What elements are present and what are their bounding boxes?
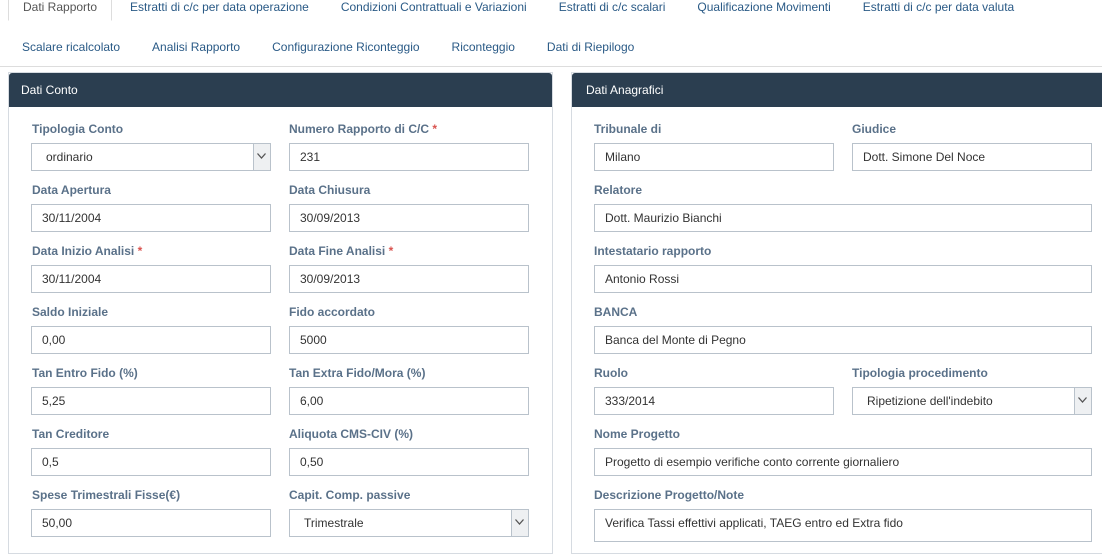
tribunale-label: Tribunale di <box>594 122 662 136</box>
tan-entro-fido-label: Tan Entro Fido (%) <box>32 366 138 380</box>
tan-extra-fido-label: Tan Extra Fido/Mora (%) <box>289 366 426 380</box>
tab-estratti-scalari[interactable]: Estratti di c/c scalari <box>545 0 680 20</box>
aliquota-cms-label: Aliquota CMS-CIV (%) <box>289 427 413 441</box>
saldo-iniziale-input[interactable]: 0,00 <box>31 326 271 354</box>
numero-rapporto-label: Numero Rapporto di C/C * <box>289 122 438 136</box>
relatore-label: Relatore <box>594 183 643 197</box>
tab-riconteggio[interactable]: Riconteggio <box>438 34 529 60</box>
aliquota-cms-input[interactable]: 0,50 <box>289 448 529 476</box>
capit-comp-passive-value: Trimestrale <box>304 516 364 530</box>
tab-dati-riepilogo[interactable]: Dati di Riepilogo <box>533 34 648 60</box>
ruolo-label: Ruolo <box>594 366 628 380</box>
tipologia-procedimento-label: Tipologia procedimento <box>852 366 988 380</box>
intestatario-input[interactable]: Antonio Rossi <box>594 265 1092 293</box>
data-apertura-input[interactable]: 30/11/2004 <box>31 204 271 232</box>
data-fine-analisi-input[interactable]: 30/09/2013 <box>289 265 529 293</box>
intestatario-label: Intestatario rapporto <box>594 244 712 258</box>
panel-title: Dati Conto <box>9 73 552 107</box>
tipologia-procedimento-value: Ripetizione dell'indebito <box>867 394 993 408</box>
chevron-down-icon[interactable] <box>253 144 270 170</box>
tan-creditore-label: Tan Creditore <box>32 427 110 441</box>
data-chiusura-input[interactable]: 30/09/2013 <box>289 204 529 232</box>
tab-dati-rapporto[interactable]: Dati Rapporto <box>8 0 113 21</box>
nome-progetto-input[interactable]: Progetto di esempio verifiche conto corr… <box>594 448 1092 476</box>
spese-trimestrali-input[interactable]: 50,00 <box>31 509 271 537</box>
data-chiusura-label: Data Chiusura <box>289 183 371 197</box>
tab-estratti-data-valuta[interactable]: Estratti di c/c per data valuta <box>849 0 1028 20</box>
required-mark: * <box>137 244 143 258</box>
numero-rapporto-input[interactable]: 231 <box>289 143 529 171</box>
giudice-label: Giudice <box>852 122 897 136</box>
tab-analisi-rapporto[interactable]: Analisi Rapporto <box>138 34 254 60</box>
tipologia-conto-label: Tipologia Conto <box>32 122 124 136</box>
data-inizio-analisi-input[interactable]: 30/11/2004 <box>31 265 271 293</box>
tan-creditore-input[interactable]: 0,5 <box>31 448 271 476</box>
fido-accordato-label: Fido accordato <box>289 305 376 319</box>
tipologia-conto-select[interactable]: ordinario <box>31 143 271 171</box>
tab-qualificazione-movimenti[interactable]: Qualificazione Movimenti <box>683 0 844 20</box>
chevron-down-icon[interactable] <box>511 510 528 536</box>
banca-input[interactable]: Banca del Monte di Pegno <box>594 326 1092 354</box>
data-apertura-label: Data Apertura <box>32 183 111 197</box>
required-mark: * <box>432 122 438 136</box>
data-fine-analisi-label: Data Fine Analisi * <box>289 244 394 258</box>
giudice-input[interactable]: Dott. Simone Del Noce <box>852 143 1092 171</box>
saldo-iniziale-label: Saldo Iniziale <box>32 305 109 319</box>
tipologia-procedimento-select[interactable]: Ripetizione dell'indebito <box>852 387 1092 415</box>
tan-extra-fido-input[interactable]: 6,00 <box>289 387 529 415</box>
tab-bar: Dati Rapporto Estratti di c/c per data o… <box>0 0 1102 67</box>
nome-progetto-label: Nome Progetto <box>594 427 681 441</box>
required-mark: * <box>388 244 394 258</box>
tipologia-conto-value: ordinario <box>46 150 93 164</box>
capit-comp-passive-label: Capit. Comp. passive <box>289 488 411 502</box>
data-inizio-analisi-label: Data Inizio Analisi * <box>32 244 143 258</box>
panel-title: Dati Anagrafici <box>572 73 1102 107</box>
tab-row-1: Dati Rapporto Estratti di c/c per data o… <box>8 0 1032 21</box>
fido-accordato-input[interactable]: 5000 <box>289 326 529 354</box>
tab-row-2: Scalare ricalcolato Analisi Rapporto Con… <box>8 34 652 60</box>
ruolo-input[interactable]: 333/2014 <box>594 387 834 415</box>
tab-condizioni-contrattuali[interactable]: Condizioni Contrattuali e Variazioni <box>327 0 541 20</box>
tab-scalare-ricalcolato[interactable]: Scalare ricalcolato <box>8 34 134 60</box>
spese-trimestrali-label: Spese Trimestrali Fisse(€) <box>32 488 181 502</box>
tan-entro-fido-input[interactable]: 5,25 <box>31 387 271 415</box>
descrizione-progetto-label: Descrizione Progetto/Note <box>594 488 745 502</box>
tribunale-input[interactable]: Milano <box>594 143 834 171</box>
tab-estratti-data-operazione[interactable]: Estratti di c/c per data operazione <box>116 0 323 20</box>
capit-comp-passive-select[interactable]: Trimestrale <box>289 509 529 537</box>
descrizione-progetto-textarea[interactable]: Verifica Tassi effettivi applicati, TAEG… <box>594 509 1092 542</box>
relatore-input[interactable]: Dott. Maurizio Bianchi <box>594 204 1092 232</box>
tab-configurazione-riconteggio[interactable]: Configurazione Riconteggio <box>258 34 433 60</box>
banca-label: BANCA <box>594 305 638 319</box>
chevron-down-icon[interactable] <box>1074 388 1091 414</box>
